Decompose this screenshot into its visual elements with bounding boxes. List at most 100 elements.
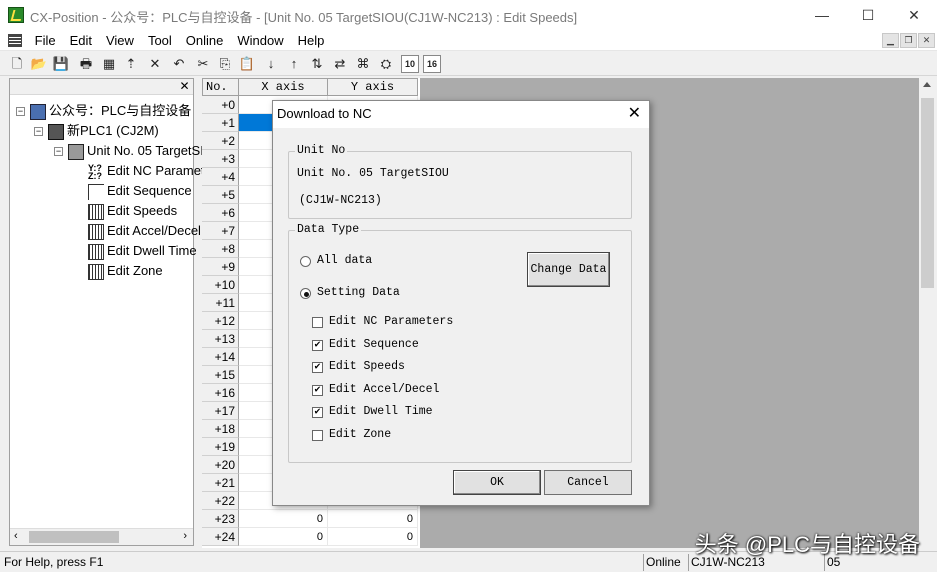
menu-tool[interactable]: Tool <box>141 30 179 51</box>
mdi-minimize-icon[interactable]: ▁ <box>882 33 899 48</box>
tree-item-edit-speeds[interactable]: Edit Speeds <box>88 201 177 221</box>
scroll-up-icon[interactable] <box>923 82 931 87</box>
monitor-icon[interactable]: ⌘ <box>354 55 372 73</box>
transfer-icon[interactable]: ⇄ <box>331 55 349 73</box>
delete-icon[interactable]: ✕ <box>146 55 164 73</box>
collapse-icon[interactable]: − <box>16 107 25 116</box>
row-label[interactable]: +21 <box>202 474 239 492</box>
scroll-thumb[interactable] <box>921 98 934 288</box>
checkbox-edit-accel-decel[interactable]: ✔ <box>312 384 323 396</box>
row-label[interactable]: +17 <box>202 402 239 420</box>
row-label[interactable]: +20 <box>202 456 239 474</box>
save-icon[interactable]: 💾 <box>52 55 70 73</box>
row-label[interactable]: +12 <box>202 312 239 330</box>
row-label[interactable]: +1 <box>202 114 239 132</box>
checkbox-edit-dwell-time[interactable]: ✔ <box>312 407 323 418</box>
all-data-radio[interactable] <box>300 256 311 267</box>
row-label[interactable]: +23 <box>202 510 239 528</box>
menu-file[interactable]: File <box>28 30 63 51</box>
decimal-10-icon[interactable]: 10 <box>401 55 419 73</box>
network-icon[interactable]: ⛭ <box>377 55 395 73</box>
pane-close-icon[interactable]: ✕ <box>178 80 191 93</box>
row-label[interactable]: +3 <box>202 150 239 168</box>
horizontal-scrollbar[interactable]: ‹ › <box>10 528 193 545</box>
row-label[interactable]: +2 <box>202 132 239 150</box>
undo-icon[interactable]: ↶ <box>170 55 188 73</box>
change-data-button[interactable]: Change Data <box>527 252 610 287</box>
tree-root[interactable]: 公众号：PLC与自控设备 <box>30 101 191 121</box>
cancel-button[interactable]: Cancel <box>544 470 632 495</box>
pane-header: ✕ <box>10 79 193 95</box>
row-label[interactable]: +14 <box>202 348 239 366</box>
checkbox-edit-zone[interactable] <box>312 429 323 441</box>
row-label[interactable]: +15 <box>202 366 239 384</box>
table-icon <box>88 263 104 280</box>
upload-arrow-icon[interactable]: ↑ <box>285 55 303 73</box>
open-folder-icon[interactable]: 📂 <box>30 55 48 73</box>
setting-data-radio[interactable] <box>300 288 311 299</box>
new-file-icon[interactable]: 🗋 <box>8 55 26 73</box>
row-label[interactable]: +8 <box>202 240 239 258</box>
collapse-icon[interactable]: − <box>34 127 43 136</box>
checkbox-edit-nc-parameters[interactable] <box>312 317 323 328</box>
print-icon[interactable]: 🖶 <box>77 55 95 73</box>
row-label[interactable]: +9 <box>202 258 239 276</box>
scroll-thumb[interactable] <box>29 531 119 543</box>
upload-icon[interactable]: ⇡ <box>122 55 140 73</box>
tree-unit[interactable]: Unit No. 05 TargetSIOU <box>68 141 223 161</box>
minimize-button[interactable]: — <box>799 0 845 30</box>
row-label[interactable]: +16 <box>202 384 239 402</box>
close-button[interactable]: ✕ <box>891 0 937 30</box>
tree-plc[interactable]: 新PLC1 (CJ2M) <box>48 121 159 141</box>
plc-icon[interactable]: ▦ <box>100 55 118 73</box>
row-label[interactable]: +11 <box>202 294 239 312</box>
compare-icon[interactable]: ⇅ <box>308 55 326 73</box>
row-label[interactable]: +5 <box>202 186 239 204</box>
menu-view[interactable]: View <box>99 30 141 51</box>
mdi-restore-icon[interactable]: ❐ <box>900 33 917 48</box>
menu-help[interactable]: Help <box>291 30 332 51</box>
grid-cell-y[interactable]: 0 <box>328 510 418 528</box>
row-label[interactable]: +6 <box>202 204 239 222</box>
menu-edit[interactable]: Edit <box>63 30 99 51</box>
menu-online[interactable]: Online <box>179 30 231 51</box>
mdi-close-icon[interactable]: ✕ <box>918 33 935 48</box>
scroll-left-icon[interactable]: ‹ <box>14 530 18 542</box>
row-label[interactable]: +22 <box>202 492 239 510</box>
grid-cell-x[interactable]: 0 <box>239 528 328 546</box>
document-menu-icon[interactable] <box>8 34 22 47</box>
row-label[interactable]: +7 <box>202 222 239 240</box>
row-label[interactable]: +13 <box>202 330 239 348</box>
cut-icon[interactable]: ✂ <box>194 55 212 73</box>
scroll-right-icon[interactable]: › <box>183 530 187 542</box>
row-label[interactable]: +10 <box>202 276 239 294</box>
tree-item-edit-dwell-time[interactable]: Edit Dwell Time <box>88 241 197 261</box>
ok-button[interactable]: OK <box>453 470 541 495</box>
row-label[interactable]: +0 <box>202 96 239 114</box>
row-label[interactable]: +18 <box>202 420 239 438</box>
tree-item-label: Edit Sequence <box>107 183 192 198</box>
maximize-button[interactable]: ☐ <box>845 0 891 30</box>
checkbox-edit-speeds[interactable]: ✔ <box>312 362 323 373</box>
checkbox-edit-sequence[interactable]: ✔ <box>312 339 323 351</box>
collapse-icon[interactable]: − <box>54 147 63 156</box>
checkbox-label: Edit Sequence <box>329 337 419 351</box>
grid-cell-x[interactable]: 0 <box>239 510 328 528</box>
tree-item-edit-sequence[interactable]: Edit Sequence <box>88 181 192 201</box>
col-header-x-axis[interactable]: X axis <box>238 78 328 96</box>
row-label[interactable]: +4 <box>202 168 239 186</box>
tree-item-edit-accel-decel[interactable]: Edit Accel/Decel <box>88 221 201 241</box>
download-icon[interactable]: ↓ <box>262 55 280 73</box>
row-label[interactable]: +19 <box>202 438 239 456</box>
col-header-y-axis[interactable]: Y axis <box>327 78 418 96</box>
copy-icon[interactable]: ⎘ <box>216 55 234 73</box>
paste-icon[interactable]: 📋 <box>238 55 256 73</box>
dialog-close-icon[interactable]: ✕ <box>628 105 641 123</box>
hex-16-icon[interactable]: 16 <box>423 55 441 73</box>
col-header-no[interactable]: No. <box>202 78 239 96</box>
grid-cell-y[interactable]: 0 <box>328 528 418 546</box>
tree-item-edit-zone[interactable]: Edit Zone <box>88 261 163 281</box>
menu-window[interactable]: Window <box>230 30 290 51</box>
row-label[interactable]: +24 <box>202 528 239 546</box>
vertical-scrollbar[interactable] <box>919 78 936 548</box>
